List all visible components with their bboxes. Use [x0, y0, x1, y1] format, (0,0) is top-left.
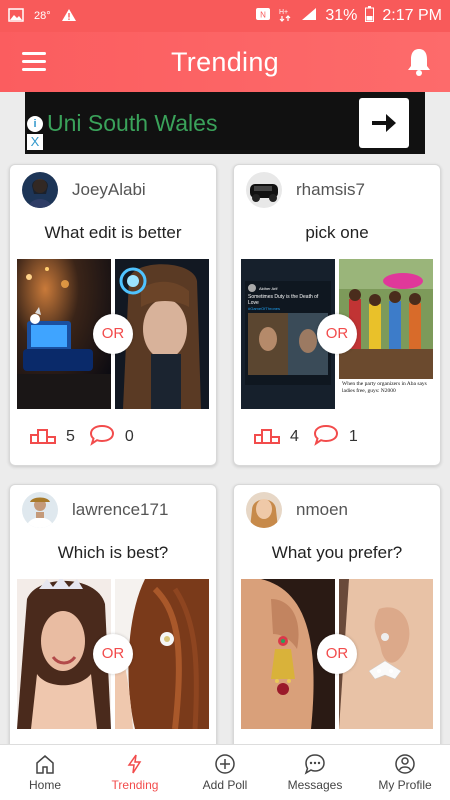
votes-icon[interactable] — [254, 426, 280, 449]
temperature: 28° — [34, 10, 51, 22]
poll-card[interactable]: nmoen What you prefer? OR — [233, 484, 441, 744]
signal-hplus-icon: H+ — [279, 6, 293, 27]
status-bar: 28° N H+ 31% 2:17 PM — [0, 0, 450, 32]
poll-question: What you prefer? — [271, 543, 403, 562]
home-icon — [36, 755, 54, 774]
poll-card[interactable]: lawrence171 Which is best? OR — [9, 484, 217, 744]
comment-icon[interactable] — [313, 424, 339, 451]
poll-card[interactable]: JoeyAlabi What edit is better OR 5 0 — [9, 164, 217, 466]
nav-my-profile-label: My Profile — [378, 778, 432, 792]
poll-options: OR — [17, 259, 209, 409]
signal-icon — [301, 7, 317, 26]
nav-add-poll[interactable]: Add Poll — [180, 745, 270, 800]
avatar[interactable] — [22, 172, 58, 208]
poll-card[interactable]: rhamsis7 pick one Akther Arif Sometimes … — [233, 164, 441, 466]
poll-author[interactable]: lawrence171 — [10, 485, 216, 535]
comment-count: 0 — [124, 428, 134, 445]
poll-stats: 5 0 — [10, 409, 216, 465]
avatar[interactable] — [246, 172, 282, 208]
poll-options: OR — [17, 579, 209, 729]
vote-count: 4 — [290, 428, 299, 445]
chat-icon — [304, 754, 325, 775]
poll-author[interactable]: nmoen — [234, 485, 440, 535]
lightning-icon — [127, 754, 142, 774]
ad-text[interactable]: Uni South Wales — [47, 110, 217, 137]
avatar[interactable] — [22, 492, 58, 528]
ad-info-icon[interactable]: i — [27, 116, 43, 132]
vote-count: 5 — [66, 428, 75, 445]
poll-grid: JoeyAlabi What edit is better OR 5 0 rha… — [0, 154, 450, 744]
ad-close-icon[interactable]: X — [27, 134, 43, 150]
ad-arrow-button[interactable] — [359, 98, 409, 148]
arrow-right-icon — [372, 114, 396, 132]
bottom-navigation: Home Trending Add Poll Messages My Profi… — [0, 744, 450, 800]
plus-circle-icon — [215, 754, 235, 774]
nav-add-poll-label: Add Poll — [202, 778, 248, 792]
svg-text:N: N — [260, 10, 266, 19]
profile-icon — [395, 754, 415, 774]
battery-level: 31% — [325, 7, 358, 24]
poll-stats: 4 1 — [234, 409, 440, 465]
comment-count: 1 — [348, 428, 358, 445]
clock: 2:17 PM — [382, 7, 442, 24]
nav-messages[interactable]: Messages — [270, 745, 360, 800]
comment-icon[interactable] — [89, 424, 115, 451]
username[interactable]: rhamsis7 — [296, 180, 365, 200]
nav-home[interactable]: Home — [0, 745, 90, 800]
svg-text:H+: H+ — [279, 9, 288, 16]
or-badge: OR — [317, 314, 357, 354]
nav-trending[interactable]: Trending — [90, 745, 180, 800]
hamburger-menu-icon[interactable] — [22, 52, 46, 72]
ad-banner[interactable]: i X Uni South Wales — [25, 92, 425, 154]
or-badge: OR — [93, 314, 133, 354]
or-badge: OR — [317, 634, 357, 674]
poll-question: What edit is better — [44, 223, 182, 242]
tweet-hashtag: #GameOfThrones — [248, 306, 281, 311]
username[interactable]: JoeyAlabi — [72, 180, 146, 200]
username[interactable]: nmoen — [296, 500, 348, 520]
poll-author[interactable]: rhamsis7 — [234, 165, 440, 215]
nav-trending-label: Trending — [111, 778, 159, 792]
tweet-author: Akther Arif — [259, 285, 278, 291]
warning-icon — [61, 8, 77, 25]
nfc-icon: N — [255, 7, 271, 26]
poll-author[interactable]: JoeyAlabi — [10, 165, 216, 215]
app-bar: Trending — [0, 32, 450, 92]
battery-icon — [365, 5, 375, 27]
poll-options: OR — [241, 579, 433, 729]
nav-my-profile[interactable]: My Profile — [360, 745, 450, 800]
tweet-text: Sometimes Duty is the Death of Love — [248, 294, 319, 306]
nav-messages-label: Messages — [287, 778, 343, 792]
tweet-image — [248, 313, 328, 375]
poll-options: Akther Arif Sometimes Duty is the Death … — [241, 259, 433, 409]
or-badge: OR — [93, 634, 133, 674]
poll-question: Which is best? — [57, 543, 169, 562]
gallery-icon — [8, 7, 24, 25]
page-title: Trending — [171, 46, 279, 77]
avatar[interactable] — [246, 492, 282, 528]
poll-question: pick one — [305, 223, 369, 242]
votes-icon[interactable] — [30, 426, 56, 449]
notification-bell-icon[interactable] — [406, 46, 432, 81]
username[interactable]: lawrence171 — [72, 500, 168, 520]
nav-home-label: Home — [28, 778, 61, 792]
meme-caption: When the party organizers in Aba says la… — [342, 381, 427, 394]
